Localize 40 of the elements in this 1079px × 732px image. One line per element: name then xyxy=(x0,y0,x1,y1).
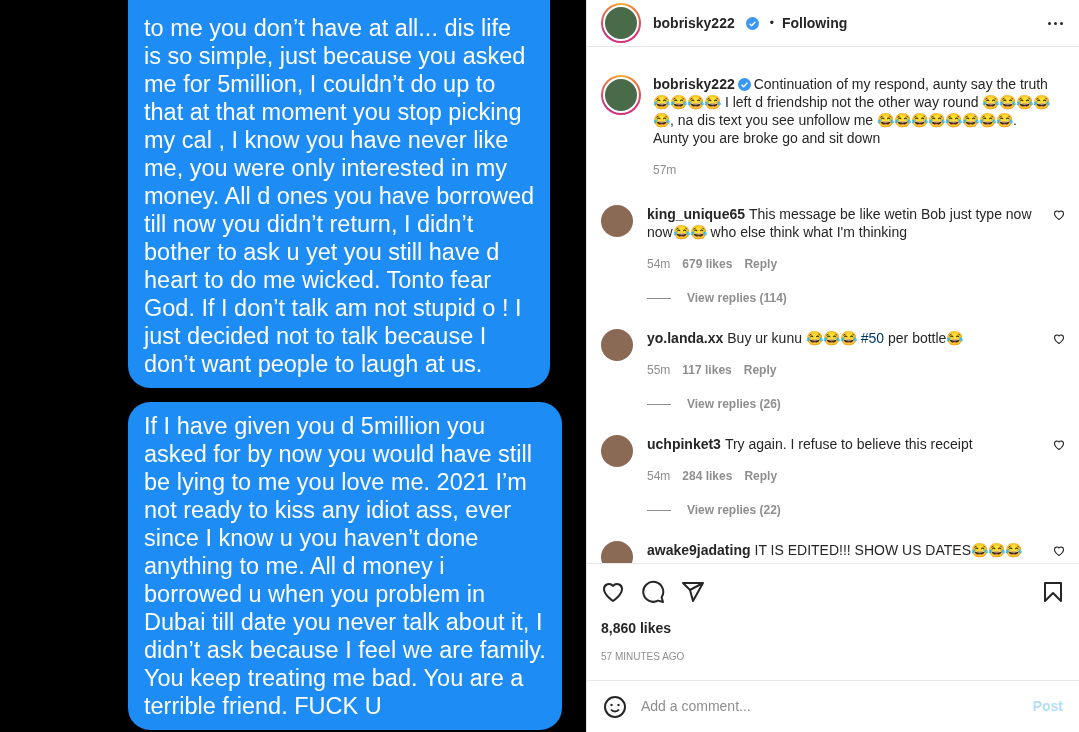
likes-count-link[interactable]: 284 likes xyxy=(682,467,733,485)
paper-plane-icon[interactable] xyxy=(681,580,705,604)
heart-icon[interactable] xyxy=(1053,333,1065,345)
separator-dot: • xyxy=(769,15,774,32)
comment-text: uchpinket3 Try again. I refuse to believe this receipt xyxy=(647,435,974,453)
comment-text: king_unique65 This message be like wetin Bob just type now now😂😂 who else think what I'm thinking xyxy=(647,205,1033,241)
view-replies-button[interactable]: View replies (114) xyxy=(687,289,787,307)
view-replies-button[interactable]: View replies (26) xyxy=(687,395,781,413)
comment-time: 54m xyxy=(647,256,671,273)
username-link[interactable]: bobrisky222 xyxy=(653,12,735,34)
view-replies-button[interactable]: View replies (22) xyxy=(687,501,781,519)
reply-button[interactable]: Reply xyxy=(744,467,778,485)
message-bubble: If I have given you d 5million you asked for by now you would have still be lying to me you love me. 2021 I’m not ready to kiss any idiot ass, ever since I know u you haven’t done anything to me. All d money i borrowed u when you problem in Dubai till date you never talk about it, I didn’t ask because I feel we are family. You keep treating me bad. You are a terrible friend. FUCK U xyxy=(128,402,562,730)
heart-icon[interactable] xyxy=(1053,545,1065,557)
comment-text: yo.landa.xx Buy ur kunu 😂😂😂 #50 per bottle😂 xyxy=(647,329,965,347)
heart-icon[interactable] xyxy=(1053,439,1065,451)
avatar[interactable] xyxy=(601,3,641,43)
post-time: 57m xyxy=(653,162,678,179)
avatar[interactable] xyxy=(601,329,633,361)
avatar[interactable] xyxy=(601,435,633,467)
comment-time: 55m xyxy=(647,362,671,379)
reply-button[interactable]: Reply xyxy=(744,255,778,273)
comment-time: 54m xyxy=(647,468,671,485)
reply-button[interactable]: Reply xyxy=(743,361,777,379)
likes-count-link[interactable]: 117 likes xyxy=(682,361,732,379)
avatar[interactable] xyxy=(601,75,641,115)
following-button[interactable]: Following xyxy=(781,12,848,34)
bookmark-icon[interactable] xyxy=(1041,580,1065,604)
likes-count-link[interactable]: 679 likes xyxy=(682,255,733,273)
heart-icon[interactable] xyxy=(601,580,625,604)
caption-text: bobrisky222 Continuation of my respond, aunty say the truth 😂😂😂😂 I left d friendship not the other way round 😂😂😂😂😂, na dis text you see unfollow me 😂😂😂😂😂😂😂😂. Aunty you are broke go and sit down xyxy=(653,75,1052,147)
emoji-icon[interactable] xyxy=(603,694,627,719)
post-date: 57 MINUTES AGO xyxy=(601,650,686,664)
avatar[interactable] xyxy=(601,205,633,237)
comment-text: awake9jadating IT IS EDITED!!! SHOW US DATES😂😂😂 xyxy=(647,541,1023,559)
likes-count[interactable]: 8,860 likes xyxy=(601,618,1065,639)
heart-icon[interactable] xyxy=(1053,209,1065,221)
comment-input[interactable]: Add a comment... xyxy=(641,696,1019,717)
comment-icon[interactable] xyxy=(641,580,665,604)
message-bubble: to me you don’t have at all... dis life is so simple, just because you asked me for 5million, I couldn’t do up to that at that moment you stop picking my cal , I know you have never like me, you were only interested in my money. All d ones you have borrowed till now you didn’t return, I didn’t bother to ask u yet you still have d heart to do me wicked. Tonto fear God. If I don’t talk am not stupid o ! I just decided not to talk because I don’t want people to laugh at us. xyxy=(128,0,551,388)
